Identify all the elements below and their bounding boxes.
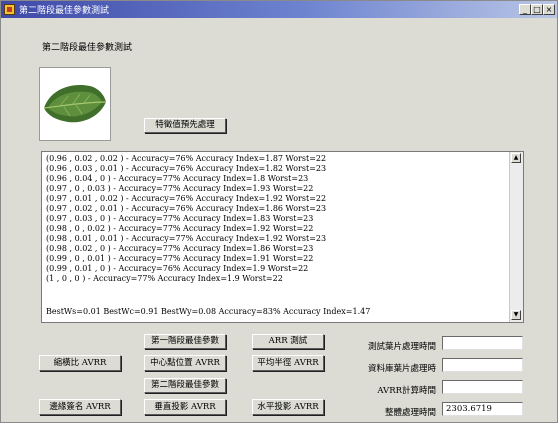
list-item[interactable]: (0.97 , 0.01 , 0.02 ) - Accuracy=76% Acc…	[46, 194, 326, 204]
list-item[interactable]: (1 , 0 , 0 ) - Accuracy=77% Accuracy Ind…	[46, 274, 283, 284]
stage1-best-params-button[interactable]: 第一階段最佳參數	[144, 334, 226, 349]
test-leaf-time-field[interactable]	[442, 336, 523, 350]
window-title: 第二階段最佳參數測試	[19, 6, 110, 16]
title-bar[interactable]: 第二階段最佳參數測試 _ □ ×	[1, 1, 557, 18]
list-item[interactable]: (0.96 , 0.04 , 0 ) - Accuracy=77% Accura…	[46, 174, 308, 184]
list-item[interactable]: (0.98 , 0 , 0.02 ) - Accuracy=77% Accura…	[46, 224, 313, 234]
scroll-down-arrow-icon[interactable]: ▼	[511, 310, 521, 320]
feature-preprocess-button[interactable]: 特徵值預先處理	[144, 118, 226, 133]
scale-avrr-button[interactable]: 縮橫比 AVRR	[39, 355, 121, 371]
list-item[interactable]: (0.97 , 0 , 0.03 ) - Accuracy=77% Accura…	[46, 184, 313, 194]
list-item[interactable]: (0.99 , 0.01 , 0 ) - Accuracy=76% Accura…	[46, 264, 308, 274]
average-radius-avrr-button[interactable]: 平均半徑 AVRR	[252, 355, 324, 371]
database-leaf-time-field[interactable]	[442, 358, 523, 372]
list-item[interactable]: (0.96 , 0.03 , 0.01 ) - Accuracy=76% Acc…	[46, 164, 326, 174]
stage2-best-params-button[interactable]: 第二階段最佳參數	[144, 378, 226, 393]
list-item[interactable]: (0.96 , 0.02 , 0.02 ) - Accuracy=76% Acc…	[46, 154, 326, 164]
total-time-label: 整體處理時間	[384, 408, 436, 418]
list-item[interactable]: (0.98 , 0.02 , 0 ) - Accuracy=77% Accura…	[46, 244, 313, 254]
maximize-button[interactable]: □	[531, 4, 543, 15]
list-item[interactable]: (0.98 , 0.01 , 0.01 ) - Accuracy=77% Acc…	[46, 234, 326, 244]
app-icon	[4, 4, 15, 15]
total-time-field[interactable]: 2303.6719	[442, 402, 523, 416]
list-item[interactable]: (0.97 , 0.03 , 0 ) - Accuracy=77% Accura…	[46, 214, 313, 224]
app-window: 第二階段最佳參數測試 _ □ × 第二階段最佳參數測試 特徵值預先處理 (0.9…	[0, 0, 558, 423]
leaf-image	[39, 67, 111, 141]
results-list[interactable]: (0.96 , 0.02 , 0.02 ) - Accuracy=76% Acc…	[41, 151, 524, 323]
close-button[interactable]: ×	[543, 4, 555, 15]
database-leaf-time-label: 資料庫葉片處理時	[367, 364, 436, 374]
leaf-icon	[43, 84, 107, 123]
test-leaf-time-label: 測試葉片處理時間	[367, 342, 436, 352]
arr-test-button[interactable]: ARR 測試	[252, 334, 324, 349]
avrr-calc-time-label: AVRR計算時間	[377, 386, 436, 396]
scroll-up-arrow-icon[interactable]: ▲	[511, 153, 521, 163]
center-position-avrr-button[interactable]: 中心點位置 AVRR	[144, 355, 226, 371]
minimize-button[interactable]: _	[519, 4, 531, 15]
list-item[interactable]: (0.99 , 0 , 0.01 ) - Accuracy=77% Accura…	[46, 254, 313, 264]
vertical-projection-avrr-button[interactable]: 垂直投影 AVRR	[144, 399, 226, 415]
edge-signature-avrr-button[interactable]: 邊緣簽名 AVRR	[39, 399, 121, 415]
horizontal-projection-avrr-button[interactable]: 水平投影 AVRR	[252, 399, 324, 415]
list-item[interactable]: (0.97 , 0.02 , 0.01 ) - Accuracy=76% Acc…	[46, 204, 326, 214]
vertical-scrollbar[interactable]: ▲ ▼	[509, 152, 523, 322]
results-summary[interactable]: BestWs=0.01 BestWc=0.91 BestWy=0.08 Accu…	[46, 307, 370, 317]
header-label: 第二階段最佳參數測試	[42, 43, 133, 53]
avrr-calc-time-field[interactable]	[442, 380, 523, 394]
